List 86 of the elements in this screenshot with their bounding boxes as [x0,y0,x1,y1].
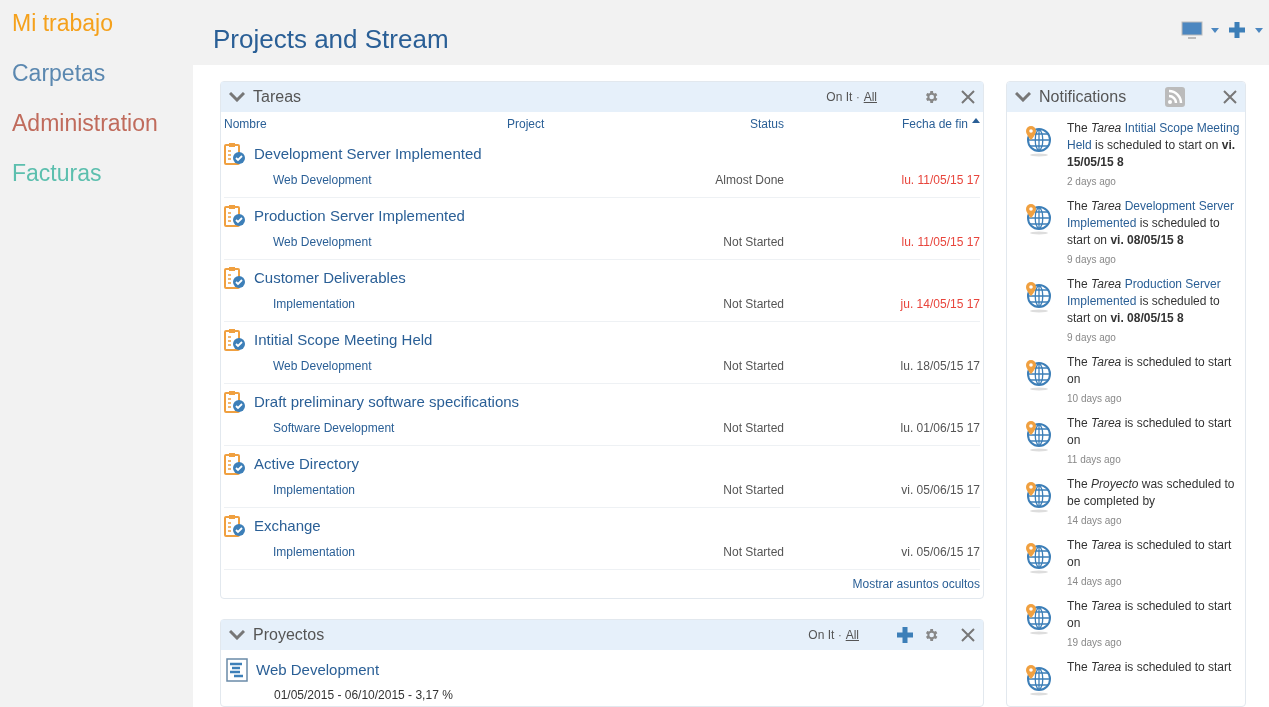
notification-time: 14 days ago [1067,575,1123,589]
column-header[interactable]: Fecha de fin [901,115,980,133]
task-project: Implementation [272,296,357,313]
filter-link[interactable]: All [845,626,859,644]
task-status: Not Started [722,482,784,499]
column-header[interactable]: Status [749,115,784,133]
task-project: Implementation [272,544,357,561]
notification-text: The Tarea is scheduled to start on [1067,415,1233,449]
notification-text: The Tarea is scheduled to start on [1067,598,1233,632]
clipboard-check-icon [224,204,246,228]
task-due-date: lu. 11/05/15 17 [900,234,980,251]
settings-icon[interactable] [923,627,939,643]
column-header[interactable]: Project [507,115,545,133]
notification-time: 9 days ago [1067,253,1117,267]
clipboard-check-icon [224,390,246,414]
task-status: Not Started [722,420,784,437]
add-icon[interactable] [895,625,915,645]
separator-dot: · [838,628,842,643]
task-status: Almost Done [714,172,784,189]
page-title: Projects and Stream [213,23,449,56]
task-project: Software Development [272,420,396,437]
task-due-date: lu. 18/05/15 17 [899,358,980,375]
filter-link[interactable]: On It [808,626,835,644]
project-link[interactable]: Web Development [256,658,380,682]
notification-time: 9 days ago [1067,331,1117,345]
notification-text: The Tarea Production Server Implemented is scheduled to start on vi. 08/05/15 8 [1067,276,1222,327]
sort-ascending-icon [972,117,980,123]
task-due-date: ju. 14/05/15 17 [899,296,980,313]
panel-title: Tareas [253,87,303,107]
caret-icon [1211,27,1219,33]
notification-time: 14 days ago [1067,514,1123,528]
panel-title: Notifications [1039,87,1128,107]
task-status: Not Started [722,296,784,313]
task-due-date: vi. 05/06/15 17 [900,544,980,561]
settings-icon[interactable] [923,89,939,105]
task-link[interactable]: Active Directory [254,452,360,476]
notification-time: 11 days ago [1067,453,1122,467]
task-status: Not Started [722,358,784,375]
task-due-date: vi. 05/06/15 17 [900,482,980,499]
filter-link[interactable]: On It [826,88,853,106]
notification-text: The Tarea is scheduled to start [1067,659,1232,676]
notification-text: The Tarea is scheduled to start on [1067,537,1233,571]
clipboard-check-icon [224,452,246,476]
close-icon[interactable] [961,90,975,104]
collapse-chevron-icon[interactable] [229,92,245,102]
add-menu-button[interactable] [1227,20,1263,40]
filter-link[interactable]: All [863,88,877,106]
gantt-chart-icon [226,658,248,682]
task-link[interactable]: Customer Deliverables [254,266,406,290]
caret-icon [1255,27,1263,33]
close-icon[interactable] [1223,90,1237,104]
task-link[interactable]: Intitial Scope Meeting Held [254,328,433,352]
notification-text: The Tarea Development Server Implemented is scheduled to start on vi. 08/05/15 8 [1067,198,1235,249]
task-link[interactable]: Production Server Implemented [254,204,465,228]
add-icon[interactable] [1227,20,1247,40]
task-project: Web Development [272,234,373,251]
clipboard-check-icon [224,328,246,352]
show-hidden-link[interactable]: Mostrar asuntos ocultos [852,575,980,593]
display-menu-button[interactable] [1181,21,1219,39]
notification-text: The Tarea Intitial Scope Meeting Held is scheduled to start on vi. 15/05/15 8 [1067,120,1241,171]
clipboard-check-icon [224,514,246,538]
notification-text: The Tarea is scheduled to start on [1067,354,1233,388]
collapse-chevron-icon[interactable] [229,630,245,640]
clipboard-check-icon [224,266,246,290]
notification-time: 10 days ago [1067,392,1123,406]
task-due-date: lu. 11/05/15 17 [900,172,980,189]
clipboard-check-icon [224,142,246,166]
close-icon[interactable] [961,628,975,642]
monitor-icon [1181,21,1203,39]
task-status: Not Started [722,234,784,251]
task-link[interactable]: Exchange [254,514,321,538]
task-link[interactable]: Development Server Implemented [254,142,482,166]
project-details: 01/05/2015 - 06/10/2015 - 3,17 % [273,687,454,704]
notification-time: 19 days ago [1067,636,1123,650]
task-due-date: lu. 01/06/15 17 [899,420,980,437]
task-link[interactable]: Draft preliminary software specifications [254,390,520,414]
collapse-chevron-icon[interactable] [1015,92,1031,102]
separator-dot: · [856,90,860,105]
task-project: Web Development [272,358,373,375]
notification-time: 2 days ago [1067,175,1117,189]
task-status: Not Started [722,544,784,561]
task-project: Implementation [272,482,357,499]
task-project: Web Development [272,172,373,189]
notification-text: The Proyecto was scheduled to be completed by [1067,476,1236,510]
panel-title: Proyectos [253,625,326,645]
column-header[interactable]: Nombre [224,115,267,133]
